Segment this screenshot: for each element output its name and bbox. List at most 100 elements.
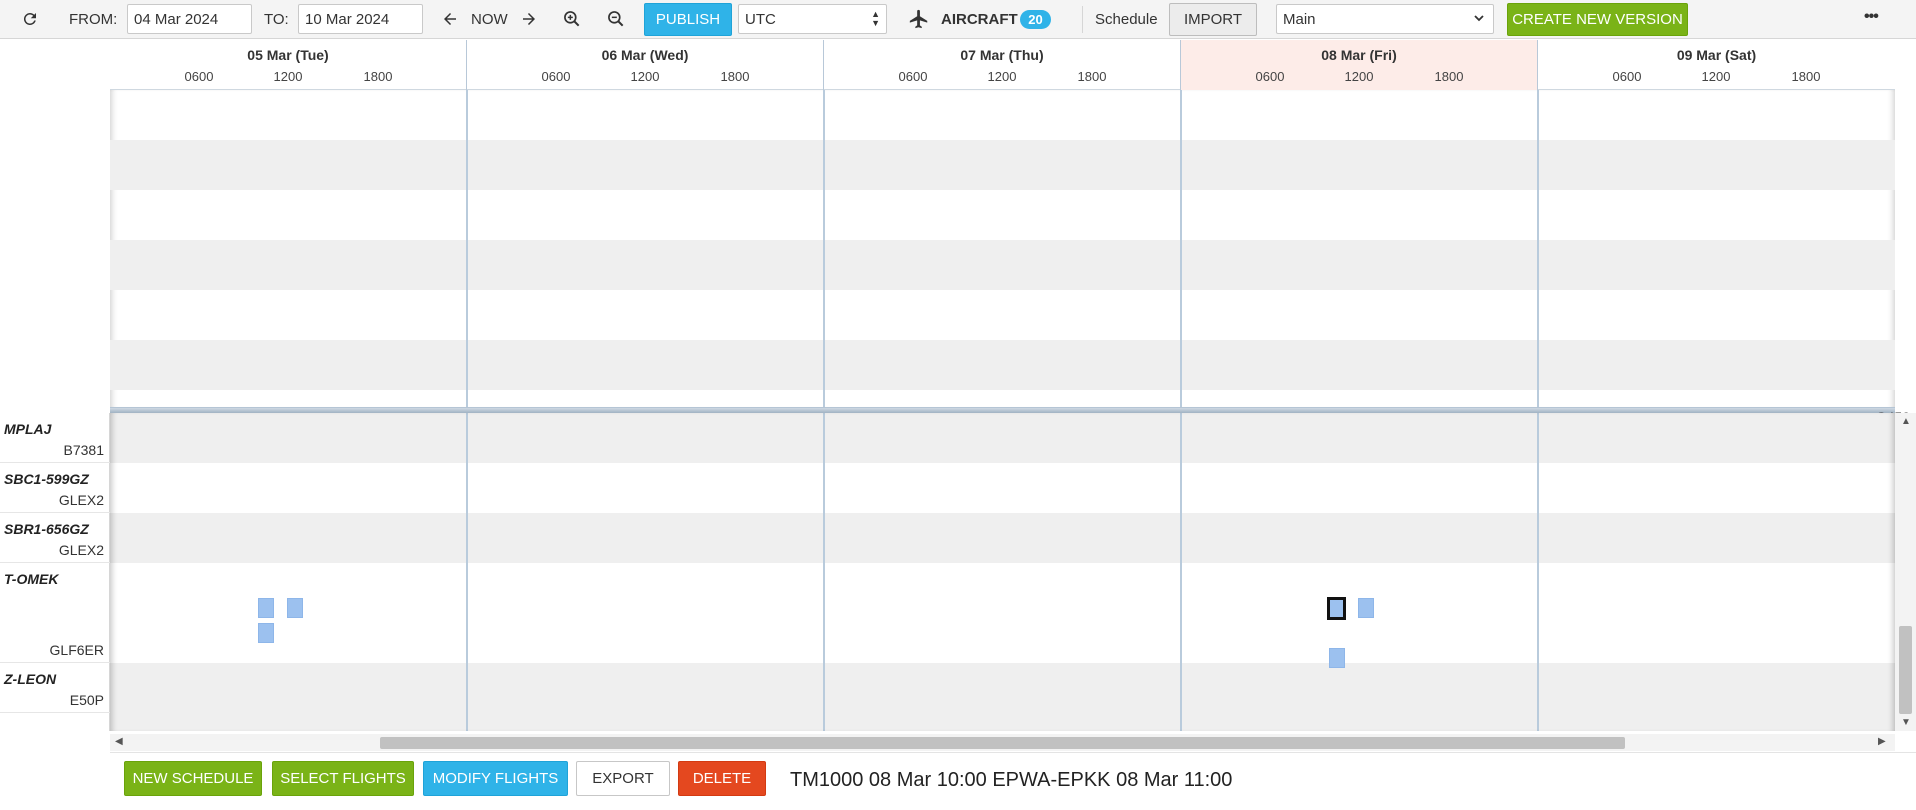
day-divider [1180, 90, 1182, 408]
day-label: 08 Mar (Fri) [1321, 47, 1397, 63]
toolbar: FROM: TO: NOW PUBLISH UTC ▲▼ AIRCRAFT 20… [0, 0, 1916, 39]
grid-row [110, 240, 1895, 290]
tick-label: 0600 [184, 69, 214, 84]
delete-button[interactable]: DELETE [678, 761, 766, 796]
from-label: FROM: [69, 11, 118, 28]
tick-label: 1200 [987, 69, 1017, 84]
chevron-down-icon [1473, 11, 1485, 28]
aircraft-count-badge: 20 [1020, 10, 1051, 29]
airplane-icon [905, 5, 933, 33]
toolbar-divider [1082, 6, 1083, 33]
grid-row [110, 463, 1895, 513]
day-label: 05 Mar (Tue) [247, 47, 329, 63]
aircraft-list: MPLAJ B7381 SBC1-599GZ GLEX2 SBR1-656GZ … [0, 413, 110, 731]
aircraft-row[interactable]: T-OMEK GLF6ER [0, 563, 110, 663]
tick-label: 1200 [630, 69, 660, 84]
version-select[interactable]: Main [1276, 4, 1494, 34]
flight-block[interactable] [1329, 648, 1345, 668]
modify-flights-button[interactable]: MODIFY FLIGHTS [423, 761, 568, 796]
from-date-input[interactable] [127, 4, 252, 34]
arrow-right-icon[interactable] [515, 5, 543, 33]
day-divider [823, 90, 825, 408]
schedule-grid-bottom [110, 413, 1895, 731]
aircraft-type: GLEX2 [58, 492, 104, 508]
new-schedule-button[interactable]: NEW SCHEDULE [124, 761, 262, 796]
zoom-out-icon[interactable] [602, 5, 630, 33]
tick-label: 0600 [541, 69, 571, 84]
scroll-down-icon[interactable]: ▼ [1901, 717, 1911, 728]
tick-label: 1800 [363, 69, 393, 84]
tick-label: 1800 [720, 69, 750, 84]
aircraft-label[interactable]: AIRCRAFT [941, 11, 1018, 28]
aircraft-registration: SBC1-599GZ [4, 471, 89, 487]
scroll-right-icon[interactable]: ▶ [1878, 736, 1886, 747]
timeline-header: 05 Mar (Tue) 0600 1200 1800 06 Mar (Wed)… [110, 40, 1895, 90]
flight-block[interactable] [1358, 598, 1374, 618]
version-value: Main [1283, 11, 1316, 28]
vertical-scroll-thumb[interactable] [1899, 626, 1912, 714]
tick-label: 1800 [1434, 69, 1464, 84]
create-new-version-button[interactable]: CREATE NEW VERSION [1507, 3, 1688, 36]
aircraft-type: E50P [69, 692, 104, 708]
grid-row [110, 563, 1895, 663]
flight-block[interactable] [287, 598, 303, 618]
day-divider [823, 413, 825, 731]
arrow-left-icon[interactable] [436, 5, 464, 33]
schedule-label: Schedule [1095, 11, 1158, 28]
day-divider [466, 413, 468, 731]
flight-block[interactable] [258, 623, 274, 643]
grid-row [110, 90, 1895, 140]
aircraft-type: GLEX2 [58, 542, 104, 558]
select-flights-button[interactable]: SELECT FLIGHTS [272, 761, 414, 796]
export-button[interactable]: EXPORT [576, 761, 670, 796]
day-column-header-today: 08 Mar (Fri) 0600 1200 1800 [1181, 40, 1538, 90]
zoom-in-icon[interactable] [558, 5, 586, 33]
aircraft-registration: Z-LEON [4, 671, 57, 687]
timezone-select[interactable]: UTC ▲ ▼ [738, 4, 887, 34]
grid-row [110, 190, 1895, 240]
grid-row [110, 663, 1895, 731]
action-bar: NEW SCHEDULE SELECT FLIGHTS MODIFY FLIGH… [110, 752, 1916, 810]
tick-label: 0600 [1255, 69, 1285, 84]
day-divider [1537, 413, 1539, 731]
aircraft-row[interactable]: SBR1-656GZ GLEX2 [0, 513, 110, 563]
import-button[interactable]: IMPORT [1169, 3, 1257, 36]
day-divider [466, 90, 468, 408]
tick-label: 1800 [1077, 69, 1107, 84]
selected-flight-info: TM1000 08 Mar 10:00 EPWA-EPKK 08 Mar 11:… [790, 769, 1233, 791]
day-label: 09 Mar (Sat) [1676, 47, 1757, 63]
publish-button[interactable]: PUBLISH [644, 3, 732, 36]
grid-row [110, 340, 1895, 390]
aircraft-registration: T-OMEK [4, 571, 59, 587]
horizontal-scrollbar[interactable]: ◀ ▶ [110, 734, 1895, 751]
scroll-left-icon[interactable]: ◀ [115, 736, 123, 747]
tick-label: 0600 [898, 69, 928, 84]
scroll-up-icon[interactable]: ▲ [1901, 416, 1911, 427]
aircraft-type: B7381 [63, 442, 104, 458]
more-menu-icon[interactable]: ••• [1864, 8, 1879, 26]
vertical-scrollbar[interactable]: ▲ ▼ [1895, 413, 1916, 731]
day-label: 06 Mar (Wed) [601, 47, 689, 63]
day-column-header: 06 Mar (Wed) 0600 1200 1800 [467, 40, 824, 90]
flight-block[interactable] [258, 598, 274, 618]
flight-block-selected[interactable] [1327, 597, 1346, 620]
day-divider [1537, 90, 1539, 408]
to-date-input[interactable] [298, 4, 423, 34]
aircraft-registration: MPLAJ [4, 421, 52, 437]
now-button[interactable]: NOW [471, 11, 508, 28]
aircraft-row[interactable]: SBC1-599GZ GLEX2 [0, 463, 110, 513]
aircraft-registration: SBR1-656GZ [4, 521, 89, 537]
refresh-icon[interactable] [16, 5, 44, 33]
schedule-grid-top [110, 90, 1895, 408]
timezone-value: UTC [745, 11, 776, 28]
aircraft-row[interactable]: Z-LEON E50P [0, 663, 110, 713]
tick-label: 0600 [1612, 69, 1642, 84]
day-column-header: 07 Mar (Thu) 0600 1200 1800 [824, 40, 1181, 90]
horizontal-scroll-thumb[interactable] [380, 737, 1625, 749]
tick-label: 1200 [273, 69, 303, 84]
spinner-icon: ▲ ▼ [871, 9, 880, 28]
day-column-header: 09 Mar (Sat) 0600 1200 1800 [1538, 40, 1895, 90]
grid-row [110, 140, 1895, 190]
day-divider [1180, 413, 1182, 731]
aircraft-row[interactable]: MPLAJ B7381 [0, 413, 110, 463]
